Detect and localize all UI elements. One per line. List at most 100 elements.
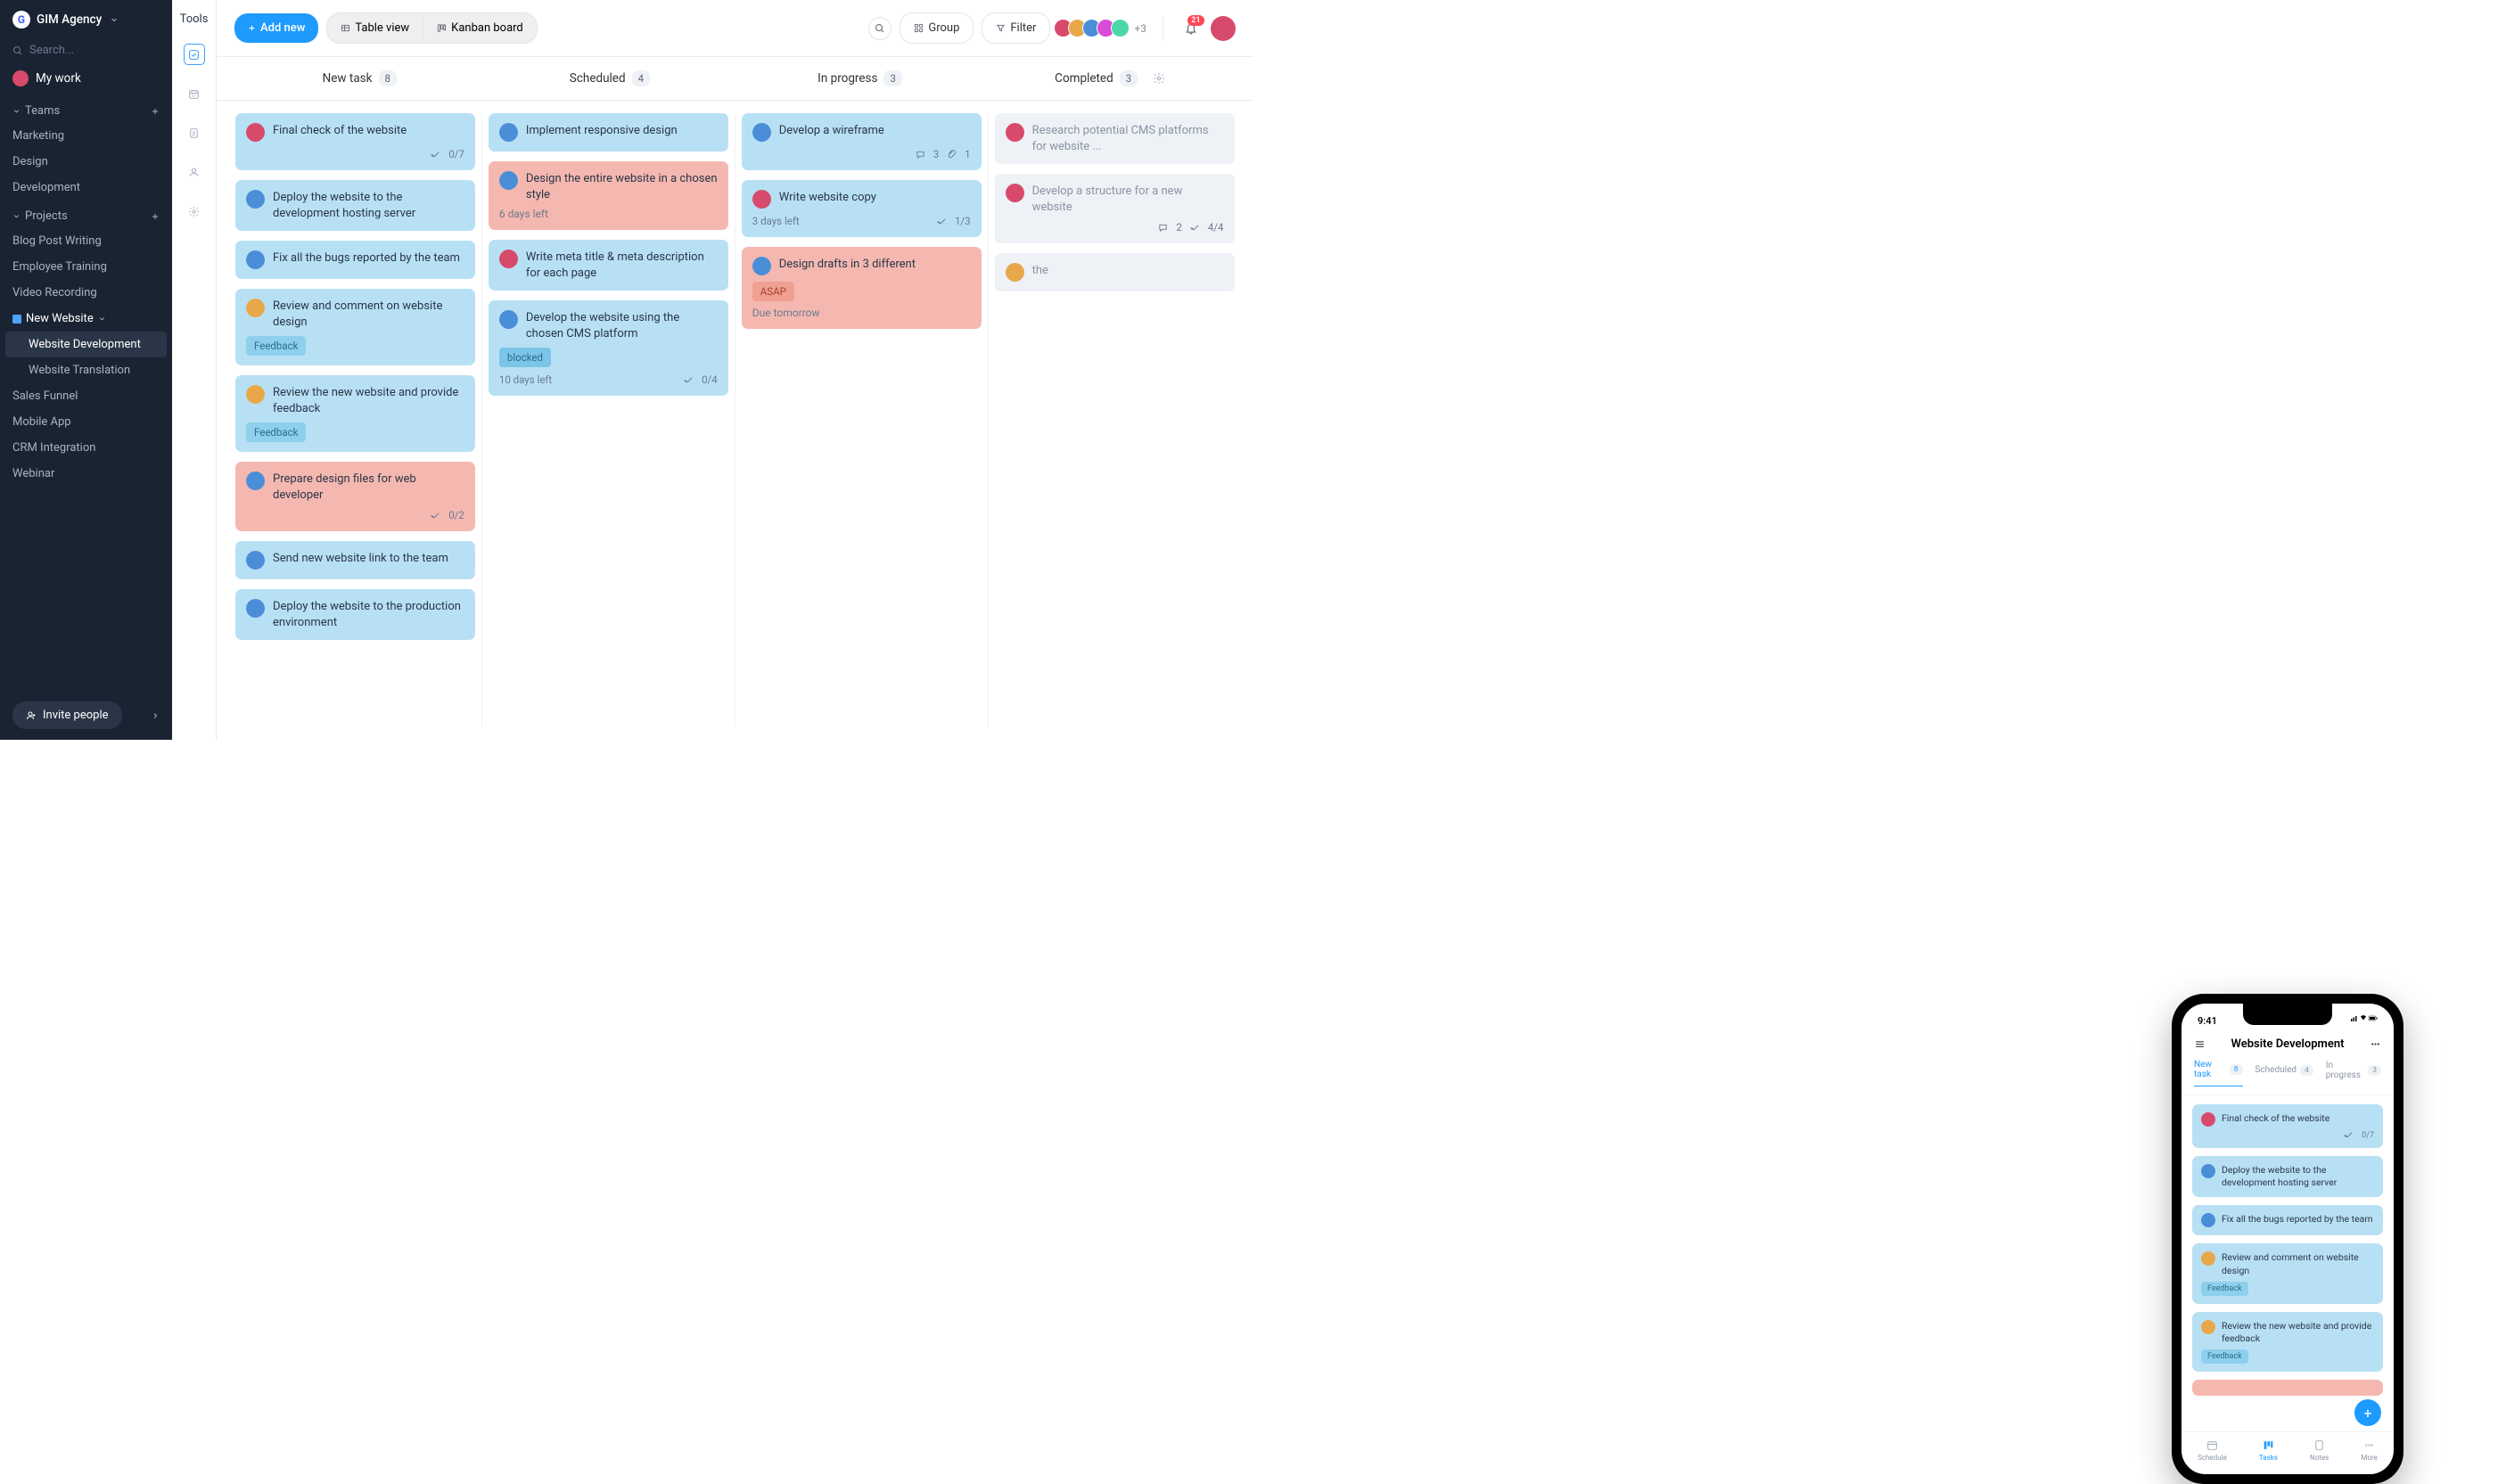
- task-card[interactable]: Review and comment on website design Fee…: [235, 289, 475, 365]
- calendar-tool[interactable]: 31: [184, 83, 205, 104]
- project-item[interactable]: Blog Post Writing: [0, 228, 172, 254]
- profile-avatar[interactable]: [1211, 16, 1236, 41]
- people-tool[interactable]: [184, 161, 205, 183]
- table-view-button[interactable]: Table view: [327, 13, 423, 43]
- team-item[interactable]: Design: [0, 149, 172, 175]
- avatar: [246, 250, 265, 269]
- view-toggle: Table view Kanban board: [326, 12, 537, 44]
- team-item[interactable]: Marketing: [0, 123, 172, 149]
- card-checklist: 0/7: [448, 148, 464, 160]
- folder-icon: [12, 315, 21, 324]
- task-card[interactable]: Review the new website and provide feedb…: [2192, 1312, 2383, 1372]
- projects-label: Projects: [25, 209, 68, 223]
- avatar: [752, 190, 771, 209]
- invite-button[interactable]: Invite people: [12, 701, 122, 729]
- org-selector[interactable]: G GIM Agency: [0, 11, 172, 39]
- project-item[interactable]: Video Recording: [0, 280, 172, 306]
- avatar: [12, 70, 29, 86]
- avatar: [2201, 1112, 2215, 1127]
- more-icon[interactable]: [2370, 1038, 2381, 1050]
- task-card[interactable]: Write meta title & meta description for …: [489, 240, 728, 291]
- task-card[interactable]: Review the new website and provide feedb…: [235, 375, 475, 452]
- kanban-board: Final check of the website 0/7 Deploy th…: [217, 101, 1253, 740]
- project-item[interactable]: Webinar: [0, 461, 172, 487]
- task-card[interactable]: the: [995, 253, 1235, 291]
- task-card[interactable]: Design drafts in 3 different ASAPDue tom…: [742, 247, 982, 329]
- card-title: Design the entire website in a chosen st…: [526, 171, 718, 202]
- column-completed: Research potential CMS platforms for web…: [989, 113, 1241, 727]
- phone-nav-schedule[interactable]: Schedule: [2198, 1439, 2227, 1462]
- task-card[interactable]: Fix all the bugs reported by the team: [235, 241, 475, 279]
- collaborators[interactable]: +3: [1058, 19, 1146, 37]
- project-item[interactable]: Mobile App: [0, 409, 172, 435]
- group-button[interactable]: Group: [900, 12, 974, 44]
- task-card[interactable]: Deploy the website to the development ho…: [235, 180, 475, 231]
- project-item[interactable]: Employee Training: [0, 254, 172, 280]
- column-count: 8: [379, 70, 397, 86]
- search-button[interactable]: [868, 17, 891, 40]
- teams-header[interactable]: Teams: [0, 95, 172, 123]
- kanban-icon: [437, 23, 447, 33]
- task-card[interactable]: Fix all the bugs reported by the team: [2192, 1205, 2383, 1235]
- search-input[interactable]: Search...: [0, 39, 172, 61]
- task-card[interactable]: Write website copy 3 days left1/3: [742, 180, 982, 237]
- my-work[interactable]: My work: [0, 61, 172, 95]
- column-count: 3: [1120, 70, 1138, 86]
- task-card[interactable]: Design the entire website in a chosen st…: [489, 161, 728, 230]
- menu-icon[interactable]: [2194, 1038, 2206, 1050]
- project-item[interactable]: Sales Funnel: [0, 383, 172, 409]
- task-card[interactable]: Final check of the website 0/7: [235, 113, 475, 170]
- task-card[interactable]: Review and comment on website design Fee…: [2192, 1243, 2383, 1303]
- project-child[interactable]: Website Translation: [0, 357, 172, 383]
- task-card[interactable]: Final check of the website 0/7: [2192, 1104, 2383, 1148]
- project-folder[interactable]: New Website: [0, 306, 172, 332]
- column-newtask: Final check of the website 0/7 Deploy th…: [229, 113, 482, 727]
- phone-nav-tasks[interactable]: Tasks: [2259, 1439, 2278, 1462]
- task-card[interactable]: [2192, 1380, 2383, 1396]
- sidebar: G GIM Agency Search... My work Teams Mar…: [0, 0, 172, 740]
- phone-tab[interactable]: New task8: [2194, 1060, 2243, 1086]
- add-new-button[interactable]: Add new: [234, 13, 318, 43]
- plus-icon[interactable]: [151, 107, 160, 116]
- task-card[interactable]: Develop the website using the chosen CMS…: [489, 300, 728, 396]
- task-card[interactable]: Deploy the website to the development ho…: [2192, 1156, 2383, 1197]
- projects-header[interactable]: Projects: [0, 201, 172, 228]
- task-card[interactable]: Research potential CMS platforms for web…: [995, 113, 1235, 164]
- card-title: Develop the website using the chosen CMS…: [526, 310, 718, 341]
- kanban-view-button[interactable]: Kanban board: [423, 13, 537, 43]
- chevron-right-icon[interactable]: [151, 711, 160, 720]
- card-title: the: [1032, 263, 1224, 279]
- task-card[interactable]: Develop a wireframe 31: [742, 113, 982, 170]
- notifications-button[interactable]: 21: [1179, 17, 1203, 40]
- fab-add[interactable]: +: [2354, 1399, 2381, 1426]
- filter-button[interactable]: Filter: [982, 12, 1050, 44]
- table-icon: [341, 23, 350, 33]
- task-card[interactable]: Develop a structure for a new website 24…: [995, 174, 1235, 243]
- phone-nav-notes[interactable]: Notes: [2310, 1439, 2329, 1462]
- avatar: [499, 250, 518, 268]
- task-card[interactable]: Implement responsive design: [489, 113, 728, 152]
- task-card[interactable]: Deploy the website to the production env…: [235, 589, 475, 640]
- task-card[interactable]: Send new website link to the team: [235, 541, 475, 579]
- phone-tab[interactable]: Scheduled4: [2255, 1060, 2313, 1086]
- notes-tool[interactable]: [184, 122, 205, 143]
- phone-tab[interactable]: In progress3: [2326, 1060, 2381, 1086]
- plus-icon[interactable]: [151, 212, 160, 221]
- card-title: Develop a wireframe: [779, 123, 971, 139]
- avatar: [246, 299, 265, 317]
- project-child[interactable]: Website Development: [5, 332, 167, 357]
- project-folder-name: New Website: [26, 312, 94, 325]
- card-checklist: 0/7: [2362, 1131, 2374, 1140]
- settings-tool[interactable]: [184, 201, 205, 222]
- project-item[interactable]: CRM Integration: [0, 435, 172, 461]
- team-item[interactable]: Development: [0, 175, 172, 201]
- tasks-tool[interactable]: [184, 44, 205, 65]
- card-tag: ASAP: [752, 282, 794, 301]
- card-title: Design drafts in 3 different: [779, 257, 971, 273]
- gear-icon[interactable]: [1153, 72, 1165, 85]
- table-view-label: Table view: [355, 21, 409, 35]
- column-inprogress: Develop a wireframe 31 Write website cop…: [735, 113, 989, 727]
- card-checklist: 0/2: [448, 509, 464, 521]
- phone-nav-more[interactable]: More: [2361, 1439, 2377, 1462]
- task-card[interactable]: Prepare design files for web developer 0…: [235, 462, 475, 531]
